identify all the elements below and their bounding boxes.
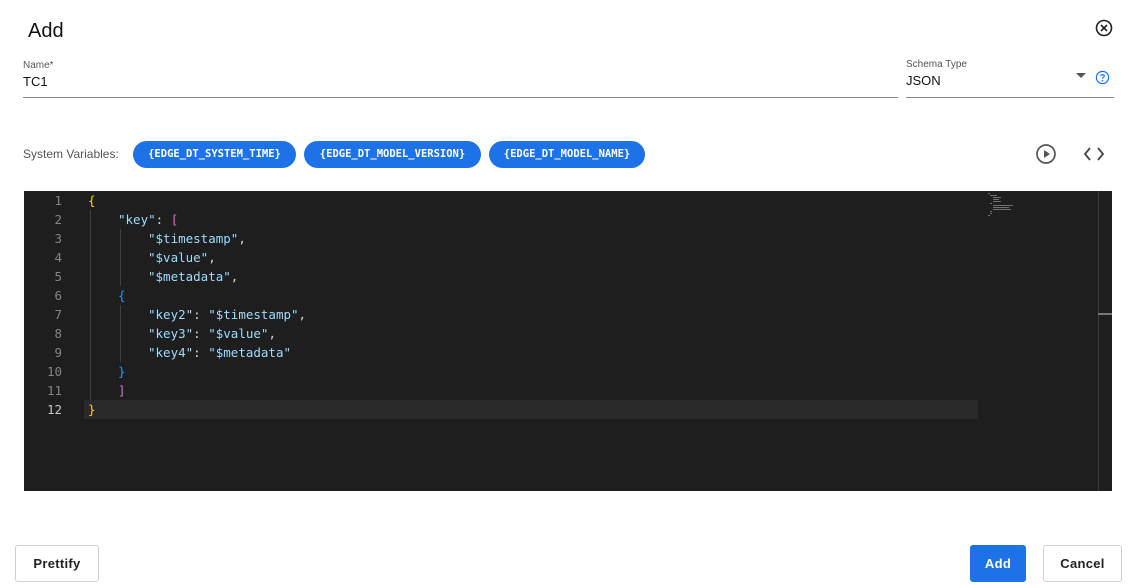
code-line-8[interactable]: "key3": "$value", xyxy=(148,324,276,343)
chip-edge-dt-model-name[interactable]: {EDGE_DT_MODEL_NAME} xyxy=(489,141,645,168)
code-token: : xyxy=(193,345,209,360)
line-number: 6 xyxy=(54,288,62,303)
code-line-7[interactable]: "key2": "$timestamp", xyxy=(148,305,306,324)
code-token: "$metadata" xyxy=(148,269,231,284)
code-token: { xyxy=(118,288,126,303)
dialog-title: Add xyxy=(28,20,64,42)
code-token: "key3" xyxy=(148,326,194,341)
indent-guide xyxy=(120,305,121,362)
code-line-12[interactable]: } xyxy=(88,400,96,419)
help-icon[interactable] xyxy=(1095,70,1110,85)
code-line-2[interactable]: "key": [ xyxy=(118,210,178,229)
code-token: , xyxy=(298,307,307,322)
current-line-highlight xyxy=(84,400,978,419)
line-number: 3 xyxy=(54,231,62,246)
indent-guide xyxy=(90,210,91,400)
system-variables-label: System Variables: xyxy=(23,147,119,161)
line-number: 4 xyxy=(54,250,62,265)
name-field[interactable]: Name* TC1 xyxy=(23,60,898,98)
line-number: 2 xyxy=(54,212,62,227)
code-token: : xyxy=(193,326,209,341)
schema-type-select[interactable]: Schema Type JSON xyxy=(906,59,1114,98)
indent-guide xyxy=(120,229,121,286)
code-line-3[interactable]: "$timestamp", xyxy=(148,229,246,248)
code-token: , xyxy=(238,231,246,246)
code-brackets-icon[interactable] xyxy=(1082,144,1106,164)
code-line-4[interactable]: "$value", xyxy=(148,248,216,267)
line-number: 5 xyxy=(54,269,62,284)
add-button[interactable]: Add xyxy=(970,545,1026,582)
code-token: "key2" xyxy=(148,307,194,322)
code-line-11[interactable]: ] xyxy=(118,381,126,400)
code-token: : xyxy=(155,212,171,227)
code-line-9[interactable]: "key4": "$metadata" xyxy=(148,343,291,362)
code-token: "key4" xyxy=(148,345,194,360)
editor-scrollbar-marker xyxy=(1098,313,1112,315)
code-token: ] xyxy=(118,383,126,398)
code-editor[interactable]: 1 2 3 4 5 6 7 8 9 10 11 12 { "key": [ "$… xyxy=(24,191,1112,491)
line-number-active: 12 xyxy=(46,402,62,417)
line-number: 1 xyxy=(54,193,62,208)
code-token: [ xyxy=(170,212,179,227)
code-token: "$timestamp" xyxy=(208,307,299,322)
code-token: , xyxy=(208,250,216,265)
chip-edge-dt-system-time[interactable]: {EDGE_DT_SYSTEM_TIME} xyxy=(133,141,296,168)
schema-type-label: Schema Type xyxy=(906,59,967,70)
code-token: "$timestamp" xyxy=(148,231,239,246)
line-number: 7 xyxy=(54,307,62,322)
close-icon[interactable] xyxy=(1094,18,1114,38)
editor-scrollbar[interactable] xyxy=(1098,191,1099,491)
prettify-button[interactable]: Prettify xyxy=(15,545,99,582)
line-number: 10 xyxy=(46,364,62,379)
code-token: "$value" xyxy=(208,326,269,341)
code-token: : xyxy=(193,307,209,322)
code-token: "key" xyxy=(118,212,156,227)
chip-edge-dt-model-version[interactable]: {EDGE_DT_MODEL_VERSION} xyxy=(304,141,481,168)
chevron-down-icon[interactable] xyxy=(1076,73,1086,78)
editor-minimap[interactable] xyxy=(986,191,1026,221)
cancel-button[interactable]: Cancel xyxy=(1043,545,1122,582)
line-number: 8 xyxy=(54,326,62,341)
code-token: , xyxy=(230,269,239,284)
code-token: , xyxy=(268,326,276,341)
code-line-1[interactable]: { xyxy=(88,191,96,210)
play-circle-icon[interactable] xyxy=(1035,143,1057,165)
code-line-6[interactable]: { xyxy=(118,286,126,305)
code-token: } xyxy=(88,402,96,417)
schema-type-value[interactable]: JSON xyxy=(906,73,941,88)
code-token: "$metadata" xyxy=(208,345,292,360)
code-line-5[interactable]: "$metadata", xyxy=(148,267,238,286)
code-token: "$value" xyxy=(148,250,209,265)
name-field-value[interactable]: TC1 xyxy=(23,74,48,89)
name-field-label: Name* xyxy=(23,60,54,71)
code-token: } xyxy=(118,364,126,379)
code-line-10[interactable]: } xyxy=(118,362,126,381)
code-token: { xyxy=(88,193,96,208)
line-number: 9 xyxy=(54,345,62,360)
line-number: 11 xyxy=(46,383,62,398)
